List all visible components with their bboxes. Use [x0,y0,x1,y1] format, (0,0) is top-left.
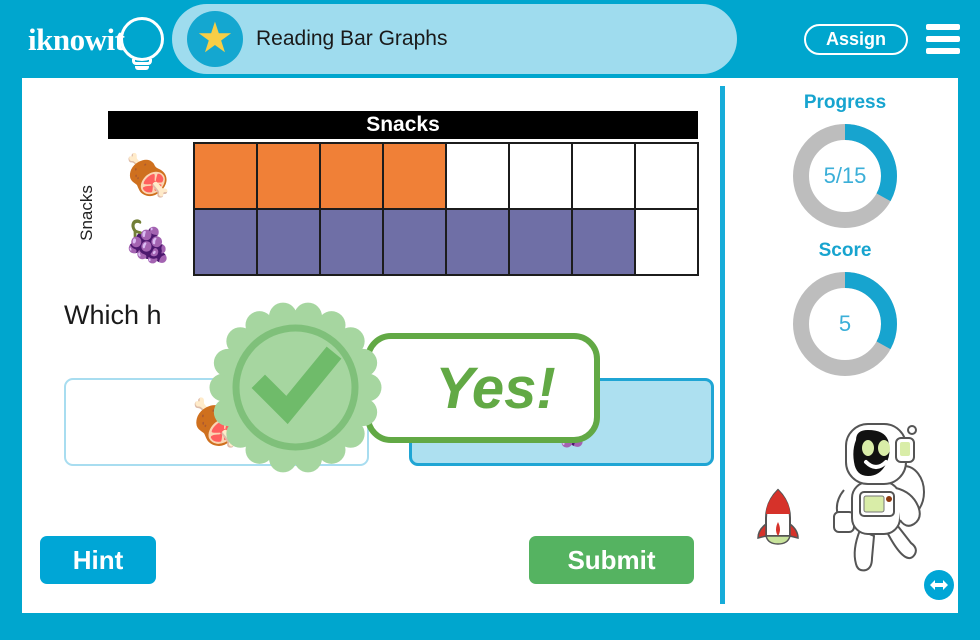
progress-meter: Progress 5/15 [732,92,958,232]
score-meter: Score 5 [732,240,958,380]
star-glyph: ★ [196,13,234,61]
bar-graph: Snacks Snacks 🍖 🍇 [64,111,699,276]
score-label: Score [818,240,872,261]
graph-cell [571,142,636,210]
graph-grid [193,142,699,276]
score-donut: 5 [789,268,901,380]
graph-cell [634,142,699,210]
progress-label: Progress [803,92,887,113]
graph-cell [445,208,510,276]
graph-cell [634,208,699,276]
sidebar: Progress 5/15 Score 5 [732,78,958,613]
mascot-area [750,418,950,578]
question-text: Which h [64,300,162,330]
graph-cell [445,142,510,210]
graph-cell [256,142,321,210]
grapes-icon: 🍇 [533,396,590,448]
pretzel-icon: 🍖 [123,154,173,198]
graph-row-icons: 🍖 🍇 [104,143,192,275]
brand-logo-text: iknowit [28,22,125,57]
graph-cell [508,142,573,210]
lesson-title: Reading Bar Graphs [256,27,448,50]
hamburger-menu-icon[interactable] [926,24,960,54]
graph-cell [508,208,573,276]
assign-button[interactable]: Assign [803,24,908,55]
lesson-title-panel: ★ Reading Bar Graphs [172,4,737,74]
graph-cell [382,208,447,276]
submit-button[interactable]: Submit [529,536,694,584]
star-icon: ★ [187,11,243,67]
hamburger-bar [926,36,960,42]
grapes-icon: 🍇 [123,220,173,264]
lightbulb-icon [120,17,164,61]
brand-logo[interactable]: iknowit [22,14,172,70]
app-header: iknowit ★ Reading Bar Graphs Assign [0,0,980,78]
content-card: Snacks Snacks 🍖 🍇 Which h 🍖 🍇 Hint Submi… [22,78,958,613]
app-root: iknowit ★ Reading Bar Graphs Assign Snac… [0,0,980,640]
left-right-arrow-icon[interactable] [924,570,954,600]
pretzel-icon: 🍖 [188,396,245,448]
graph-title: Snacks [108,111,698,139]
hint-button[interactable]: Hint [40,536,156,584]
hamburger-bar [926,24,960,30]
score-value: 5 [838,311,852,336]
graph-cell [382,142,447,210]
hamburger-bar [926,48,960,54]
graph-cell [319,142,384,210]
lightbulb-base-icon [132,59,152,65]
answer-options: 🍖 🍇 [64,378,714,466]
astronaut-mascot-icon [833,423,925,572]
graph-axis-label: Snacks [77,185,96,241]
lightbulb-base-tip-icon [135,66,149,70]
graph-cell [193,142,258,210]
rocket-icon [757,488,799,545]
graph-cell [571,208,636,276]
option-pretzel[interactable]: 🍖 [64,378,369,466]
graph-cell [256,208,321,276]
graph-cell [319,208,384,276]
sidebar-divider [720,86,725,604]
progress-value: 5/15 [823,163,867,188]
progress-donut: 5/15 [789,120,901,232]
option-grapes[interactable]: 🍇 [409,378,714,466]
graph-cell [193,208,258,276]
